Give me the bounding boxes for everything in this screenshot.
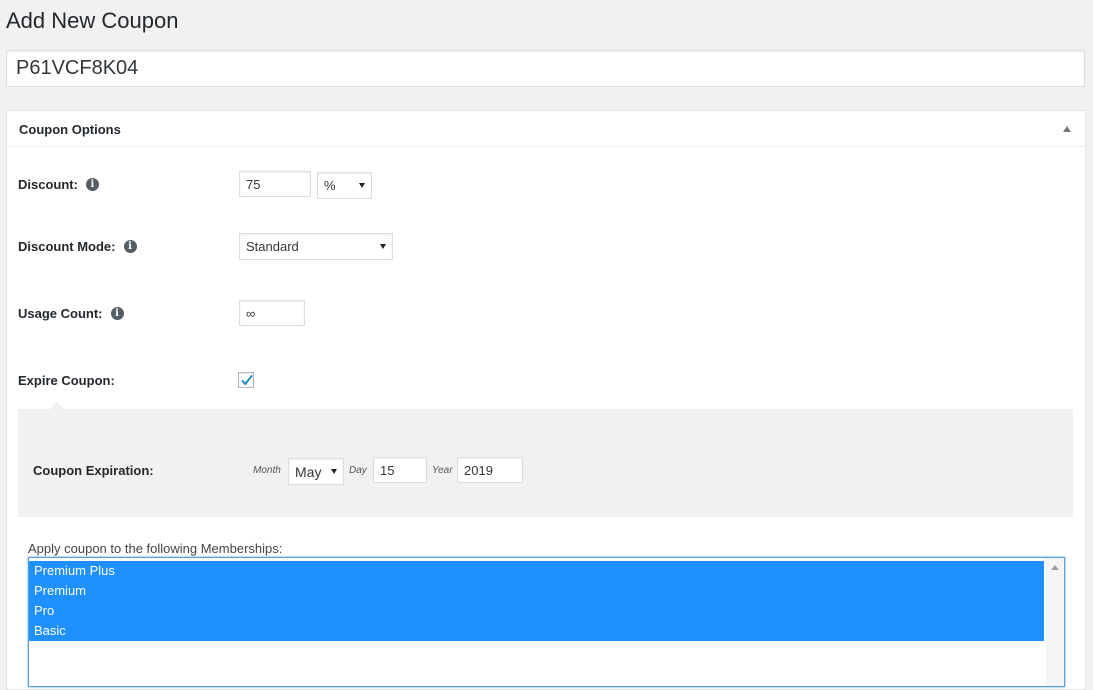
discount-label: Discount: i [18, 177, 99, 192]
month-value: May [295, 463, 322, 480]
expiration-panel [18, 409, 1073, 517]
chevron-down-icon [331, 469, 337, 474]
usage-count-label-text: Usage Count: [18, 306, 103, 321]
membership-option-pro[interactable]: Pro [29, 601, 1044, 621]
usage-count-label: Usage Count: i [18, 306, 124, 321]
discount-type-value: % [324, 178, 336, 193]
day-input[interactable]: 15 [373, 457, 427, 483]
info-icon[interactable]: i [85, 178, 99, 191]
coupon-code-input[interactable]: P61VCF8K04 [6, 50, 1085, 87]
coupon-expiration-label-text: Coupon Expiration: [33, 463, 154, 478]
coupon-options-title: Coupon Options [19, 122, 121, 137]
membership-option-basic[interactable]: Basic [29, 621, 1044, 641]
chevron-down-icon [380, 244, 386, 249]
memberships-multiselect[interactable]: Premium Plus Premium Pro Basic [28, 557, 1065, 687]
discount-input[interactable]: 75 [239, 171, 311, 197]
expire-coupon-label: Expire Coupon: [18, 373, 115, 388]
check-icon [241, 374, 253, 386]
discount-mode-select[interactable]: Standard [239, 233, 393, 260]
chevron-down-icon [359, 183, 365, 188]
coupon-options-header[interactable]: Coupon Options [7, 111, 1085, 147]
coupon-expiration-label: Coupon Expiration: [33, 463, 154, 478]
month-select[interactable]: May [288, 458, 344, 485]
membership-option-premium[interactable]: Premium [29, 581, 1044, 601]
discount-type-select[interactable]: % [317, 172, 372, 199]
expiration-panel-pointer [50, 402, 64, 409]
memberships-label: Apply coupon to the following Membership… [28, 541, 283, 556]
usage-count-input[interactable]: ∞ [239, 300, 305, 326]
scroll-up-icon[interactable] [1051, 565, 1059, 570]
discount-mode-label-text: Discount Mode: [18, 239, 116, 254]
discount-mode-value: Standard [246, 239, 299, 254]
membership-option-premium-plus[interactable]: Premium Plus [29, 561, 1044, 581]
discount-label-text: Discount: [18, 177, 78, 192]
year-label: Year [432, 465, 453, 476]
discount-mode-label: Discount Mode: i [18, 239, 137, 254]
collapse-toggle-icon[interactable] [1063, 126, 1071, 132]
year-input[interactable]: 2019 [457, 457, 523, 483]
page-title: Add New Coupon [6, 8, 179, 33]
memberships-scrollbar[interactable] [1046, 558, 1064, 686]
month-label: Month [253, 465, 281, 476]
day-label: Day [349, 465, 367, 476]
info-icon[interactable]: i [123, 240, 137, 253]
info-icon[interactable]: i [110, 307, 124, 320]
expire-coupon-label-text: Expire Coupon: [18, 373, 115, 388]
expire-coupon-checkbox[interactable] [238, 372, 254, 388]
